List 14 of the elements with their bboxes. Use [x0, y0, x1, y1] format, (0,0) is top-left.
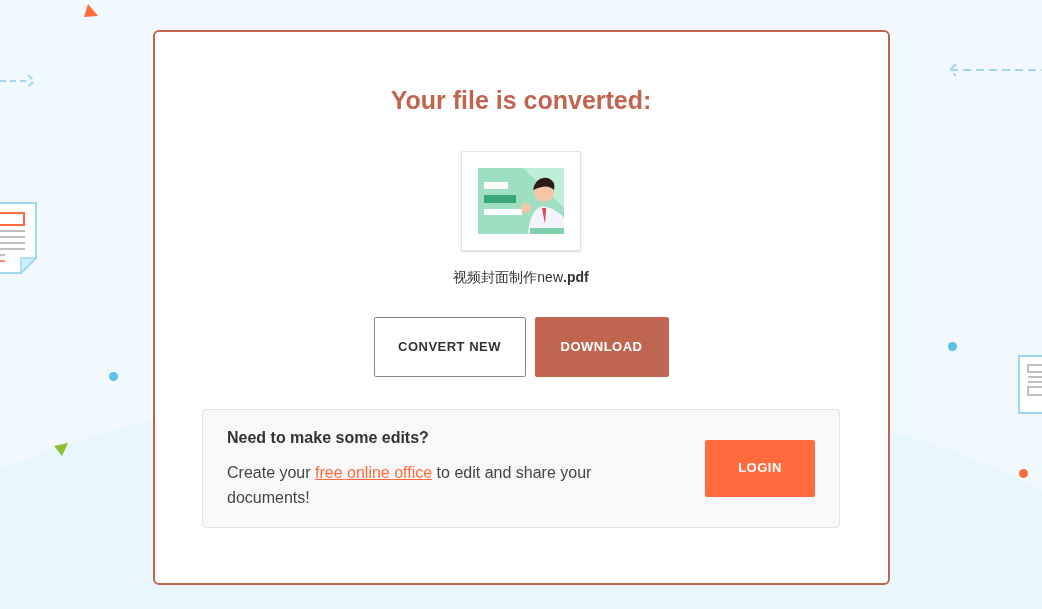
dashed-arrow-icon	[948, 62, 1042, 78]
edit-description: Create your free online office to edit and share your documents!	[227, 463, 593, 508]
triangle-icon	[54, 442, 68, 456]
convert-new-button[interactable]: CONVERT NEW	[373, 316, 526, 377]
file-name: 视频封面制作new.pdf	[453, 267, 589, 287]
result-title: Your file is converted:	[390, 85, 652, 116]
login-button[interactable]: LOGIN	[705, 439, 815, 497]
free-office-link[interactable]: free online office	[315, 464, 433, 481]
document-icon	[0, 202, 37, 274]
dashed-arrow-icon	[0, 73, 36, 89]
download-button[interactable]: DOWNLOAD	[534, 316, 669, 377]
document-icon	[1018, 355, 1042, 414]
edit-heading: Need to make some edits?	[227, 428, 430, 448]
triangle-icon	[84, 4, 98, 18]
